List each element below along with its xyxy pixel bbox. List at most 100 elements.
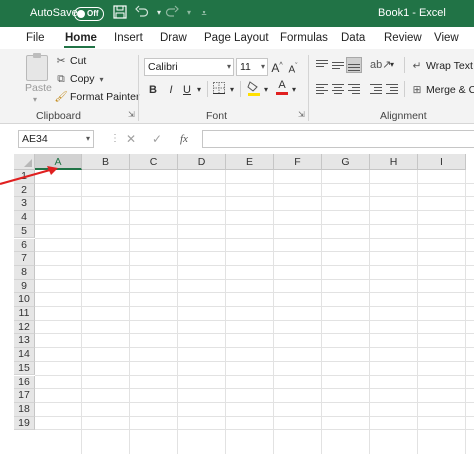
font-launcher-icon[interactable]: ⇲ xyxy=(298,111,306,119)
formula-input[interactable] xyxy=(202,130,474,148)
merge-center-button[interactable]: ⊞ Merge & Ce xyxy=(410,82,474,98)
row-header-7[interactable]: 7 xyxy=(14,252,35,266)
row-header-4[interactable]: 4 xyxy=(14,211,35,225)
format-painter-button[interactable]: 🖌 Format Painter xyxy=(54,89,139,105)
gridline-horizontal xyxy=(35,278,474,280)
paste-dropdown-icon[interactable]: ▾ xyxy=(33,95,37,104)
row-header-11[interactable]: 11 xyxy=(14,307,35,321)
font-group-label: Font xyxy=(206,110,228,122)
decrease-font-size-button[interactable]: Aˇ xyxy=(287,59,299,78)
gridline-vertical xyxy=(225,170,226,454)
clipboard-launcher-icon[interactable]: ⇲ xyxy=(128,111,136,119)
column-header-i[interactable]: I xyxy=(418,154,466,170)
cut-label: Cut xyxy=(70,55,87,67)
redo-dropdown-icon[interactable]: ▾ xyxy=(181,5,197,21)
paintbrush-icon: 🖌 xyxy=(54,91,68,103)
increase-font-size-button[interactable]: A^ xyxy=(271,58,283,76)
orientation-dropdown-icon[interactable]: ▾ xyxy=(388,57,396,73)
ribbon-tabs: File Home Insert Draw Page Layout Formul… xyxy=(0,27,474,49)
name-box[interactable]: AE34 ▾ xyxy=(18,130,94,148)
copy-button[interactable]: ⧉ Copy ▾ xyxy=(54,71,104,87)
column-header-f[interactable]: F xyxy=(274,154,322,170)
bold-button[interactable]: B xyxy=(147,82,159,98)
tab-formulas[interactable]: Formulas xyxy=(280,30,328,46)
column-header-c[interactable]: C xyxy=(130,154,178,170)
font-color-dropdown-icon[interactable]: ▾ xyxy=(290,82,298,98)
middle-align-button[interactable] xyxy=(330,57,346,73)
top-align-button[interactable] xyxy=(314,57,330,73)
gridline-horizontal xyxy=(35,196,474,198)
row-header-17[interactable]: 17 xyxy=(14,389,35,403)
tab-draw[interactable]: Draw xyxy=(160,30,187,46)
row-header-5[interactable]: 5 xyxy=(14,224,35,239)
wrap-text-button[interactable]: ↵ Wrap Text xyxy=(410,58,473,74)
tab-page-layout[interactable]: Page Layout xyxy=(204,30,269,46)
row-header-12[interactable]: 12 xyxy=(14,320,35,335)
tab-data[interactable]: Data xyxy=(341,30,365,46)
row-header-19[interactable]: 19 xyxy=(14,416,35,431)
font-size-select[interactable]: 11 ▾ xyxy=(236,58,268,76)
tab-view[interactable]: View xyxy=(434,30,459,46)
column-header-d[interactable]: D xyxy=(178,154,226,170)
orientation-icon[interactable]: ab↗ xyxy=(370,57,391,73)
insert-function-icon[interactable]: fx xyxy=(180,131,188,147)
row-header-10[interactable]: 10 xyxy=(14,293,35,307)
column-header-e[interactable]: E xyxy=(226,154,274,170)
row-header-13[interactable]: 13 xyxy=(14,334,35,349)
row-header-14[interactable]: 14 xyxy=(14,348,35,362)
italic-button[interactable]: I xyxy=(165,82,177,98)
autosave-toggle[interactable]: Off xyxy=(74,7,104,21)
copy-icon: ⧉ xyxy=(57,73,65,85)
row-header-9[interactable]: 9 xyxy=(14,279,35,294)
row-header-15[interactable]: 15 xyxy=(14,361,35,376)
align-center-button[interactable] xyxy=(330,81,346,97)
fill-color-dropdown-icon[interactable]: ▾ xyxy=(262,82,270,98)
gridline-horizontal xyxy=(35,223,474,225)
tab-file[interactable]: File xyxy=(26,30,45,46)
enter-icon[interactable]: ✓ xyxy=(152,131,162,147)
column-header-h[interactable]: H xyxy=(370,154,418,170)
paste-button-label[interactable]: Paste xyxy=(25,82,52,94)
increase-indent-button[interactable] xyxy=(384,81,400,97)
font-color-button[interactable]: A xyxy=(275,79,289,95)
gridline-horizontal xyxy=(35,237,474,239)
font-color-icon: A xyxy=(278,79,286,91)
gridline-horizontal xyxy=(35,388,474,390)
formula-bar-grip[interactable]: ⋮ xyxy=(110,133,120,144)
name-box-dropdown-icon[interactable]: ▾ xyxy=(86,131,90,147)
row-header-18[interactable]: 18 xyxy=(14,402,35,417)
borders-dropdown-icon[interactable]: ▾ xyxy=(228,82,236,98)
tab-review[interactable]: Review xyxy=(384,30,422,46)
cancel-icon[interactable]: ✕ xyxy=(126,131,136,147)
align-right-button[interactable] xyxy=(346,81,362,97)
row-header-8[interactable]: 8 xyxy=(14,265,35,280)
gridline-horizontal xyxy=(35,360,474,362)
decrease-indent-button[interactable] xyxy=(368,81,384,97)
paste-icon[interactable] xyxy=(26,53,48,81)
customize-toolbar-icon[interactable]: ⩡ xyxy=(196,5,212,21)
bottom-align-button[interactable] xyxy=(346,57,362,73)
undo-icon[interactable] xyxy=(134,5,150,21)
copy-dropdown-icon[interactable]: ▾ xyxy=(100,75,104,84)
tab-home[interactable]: Home xyxy=(65,30,97,46)
redo-icon[interactable] xyxy=(164,5,180,21)
align-left-button[interactable] xyxy=(314,81,330,97)
cut-button[interactable]: ✂ Cut xyxy=(54,53,87,69)
fill-color-button[interactable] xyxy=(246,80,262,101)
borders-button[interactable] xyxy=(212,82,226,99)
worksheet-grid[interactable]: ABCDEFGHI 1 2 3 4 5 6 7 8 9 10 11 12 13 14 15 16 17 18 19 xyxy=(0,154,474,454)
gridline-vertical xyxy=(465,170,466,454)
row-header-3[interactable]: 3 xyxy=(14,197,35,212)
font-name-select[interactable]: Calibri ▾ xyxy=(144,58,234,76)
gridline-horizontal xyxy=(35,182,474,184)
underline-dropdown-icon[interactable]: ▾ xyxy=(195,82,203,98)
window-title: Book1 - Excel xyxy=(378,7,446,19)
row-header-6[interactable]: 6 xyxy=(14,238,35,253)
tab-insert[interactable]: Insert xyxy=(114,30,143,46)
save-icon[interactable] xyxy=(112,5,128,21)
row-header-16[interactable]: 16 xyxy=(14,375,35,390)
column-header-g[interactable]: G xyxy=(322,154,370,170)
column-header-b[interactable]: B xyxy=(82,154,130,170)
scissors-icon: ✂ xyxy=(56,55,66,67)
underline-button[interactable]: U xyxy=(181,82,193,98)
